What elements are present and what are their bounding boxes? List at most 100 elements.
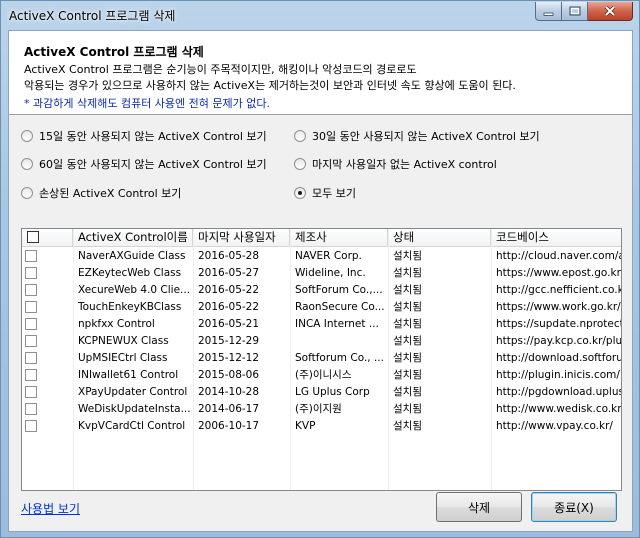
table-row[interactable]: EZKeytecWeb Class 2016-05-27 Wideline, Inc… [22,265,621,282]
radio-button[interactable] [294,130,306,142]
select-all-checkbox[interactable] [27,231,39,243]
cell-codebase: https://www.epost.go.kr/Activ [496,267,621,279]
radio-button[interactable] [294,158,306,170]
cell-checkbox [22,282,73,299]
cell-vendor [290,333,388,350]
cell-checkbox [22,367,73,384]
row-checkbox[interactable] [25,403,37,415]
radio-button[interactable] [21,130,33,142]
row-checkbox[interactable] [25,267,37,279]
delete-button[interactable]: 삭제 [436,492,522,522]
radio-button[interactable] [21,158,33,170]
cell-checkbox [22,333,73,350]
cell-checkbox [22,248,73,265]
cell-codebase: http://www.wedisk.co.kr/ [496,403,622,415]
table-row[interactable]: npkfxx Control 2016-05-21 INCA Internet ..… [22,316,621,333]
cell-last-used: 2016-05-22 [198,301,260,313]
table-row[interactable]: NaverAXGuide Class 2016-05-28 NAVER Corp. 설… [22,248,621,265]
main-window: ActiveX Control 프로그램 삭제 ActiveX Control … [0,0,640,538]
table-row[interactable]: KvpVCardCtl Control 2006-10-17 KVP 설치됨 http:… [22,418,621,435]
table-row[interactable]: INIwallet61 Control 2015-08-06 (주)이니시스 설치됨 h… [22,367,621,384]
filter-no-last-use[interactable]: 마지막 사용일자 없는 ActiveX control [294,156,497,172]
description-line-1: ActiveX Control 프로그램은 순기능이 주목적이지만, 해킹이나 … [24,63,417,76]
cell-status: 설치됨 [393,386,422,398]
radio-label: 15일 동안 사용되지 않는 ActiveX Control 보기 [39,130,267,143]
row-checkbox[interactable] [25,386,37,398]
radio-button[interactable] [21,187,33,199]
cell-name: npkfxx Control [78,318,155,330]
maximize-icon [569,6,580,16]
title-bar[interactable]: ActiveX Control 프로그램 삭제 [1,1,639,31]
cell-name: XecureWeb 4.0 Clie... [78,284,191,296]
filter-30-days[interactable]: 30일 동안 사용되지 않는 ActiveX Control 보기 [294,128,540,144]
maximize-button[interactable] [562,2,588,21]
radio-label: 손상된 ActiveX Control 보기 [39,187,182,200]
cell-checkbox [22,316,73,333]
window-title: ActiveX Control 프로그램 삭제 [9,9,176,23]
cell-status: 설치됨 [393,301,422,313]
row-checkbox[interactable] [25,301,37,313]
table-row[interactable]: XecureWeb 4.0 Clie... 2016-05-22 SoftForum… [22,282,621,299]
row-checkbox[interactable] [25,318,37,330]
help-link[interactable]: 사용법 보기 [21,500,80,517]
description-line-2: 악용되는 경우가 있으므로 사용하지 않는 ActiveX는 제거하는것이 보안… [24,79,516,92]
cell-codebase: https://pay.kcp.co.kr/plugin/ [496,335,622,347]
select-all-column[interactable] [22,229,73,247]
cell-status: 설치됨 [393,267,422,279]
filter-60-days[interactable]: 60일 동안 사용되지 않는 ActiveX Control 보기 [21,156,267,172]
cell-vendor: RaonSecure Co... [295,301,385,313]
cell-checkbox [22,418,73,435]
cell-last-used: 2015-12-12 [198,352,260,364]
description-note: * 과감하게 삭제해도 컴퓨터 사용엔 전혀 문제가 없다. [24,97,270,110]
cell-codebase: http://www.vpay.co.kr/ [496,420,613,432]
column-header-vendor[interactable]: 제조사 [290,229,388,247]
table-row[interactable]: TouchEnkeyKBClass 2016-05-22 RaonSecure Co… [22,299,621,316]
column-header-name[interactable]: ActiveX Control이름 [73,229,193,247]
cell-vendor: Softforum Co., ... [295,352,384,364]
cell-checkbox [22,401,73,418]
cell-name: INIwallet61 Control [78,369,179,381]
cell-name: TouchEnkeyKBClass [78,301,182,313]
cell-last-used: 2014-06-17 [198,403,260,415]
close-window-button[interactable] [588,2,633,21]
column-header-last-used[interactable]: 마지막 사용일자 [193,229,290,247]
cell-last-used: 2006-10-17 [198,420,260,432]
cell-status: 설치됨 [393,318,422,330]
radio-label: 모두 보기 [312,187,356,200]
row-checkbox[interactable] [25,369,37,381]
cell-vendor: (주)이니시스 [295,369,352,381]
cell-checkbox [22,265,73,282]
column-header-codebase[interactable]: 코드베이스 [491,229,621,247]
cell-vendor: (주)이지원 [295,403,342,415]
cell-last-used: 2016-05-21 [198,318,260,330]
column-header-status[interactable]: 상태 [388,229,491,247]
cell-codebase: https://www.work.go.kr/ [496,301,621,313]
minimize-button[interactable] [535,2,562,21]
cell-vendor: SoftForum Co.,... [295,284,383,296]
exit-button[interactable]: 종료(X) [531,492,617,522]
table-row[interactable]: UpMSIECtrl Class 2015-12-12 Softforum Co.,… [22,350,621,367]
row-checkbox[interactable] [25,420,37,432]
cell-checkbox [22,384,73,401]
row-checkbox[interactable] [25,284,37,296]
row-checkbox[interactable] [25,250,37,262]
table-row[interactable]: KCPNEWUX Class 2015-12-29 설치됨 https://pay.k… [22,333,622,350]
cell-status: 설치됨 [393,369,422,381]
window-controls [535,2,633,21]
activex-list[interactable]: ActiveX Control이름 마지막 사용일자 제조사 상태 코드베이스 … [21,228,622,491]
filter-damaged[interactable]: 손상된 ActiveX Control 보기 [21,185,181,201]
cell-last-used: 2016-05-27 [198,267,260,279]
table-row[interactable]: WeDiskUpdateInsta... 2014-06-17 (주)이지원 설치됨 h… [22,401,622,418]
cell-status: 설치됨 [393,403,422,415]
cell-status: 설치됨 [393,352,422,364]
filter-show-all[interactable]: 모두 보기 [294,185,356,201]
row-checkbox[interactable] [25,335,37,347]
cell-name: NaverAXGuide Class [78,250,186,262]
filter-15-days[interactable]: 15일 동안 사용되지 않는 ActiveX Control 보기 [21,128,267,144]
cell-name: WeDiskUpdateInsta... [78,403,191,415]
radio-label: 60일 동안 사용되지 않는 ActiveX Control 보기 [39,158,267,171]
row-checkbox[interactable] [25,352,37,364]
table-row[interactable]: XPayUpdater Control 2014-10-28 LG Uplus Co… [22,384,621,401]
radio-button-selected[interactable] [294,187,306,199]
cell-last-used: 2014-10-28 [198,386,260,398]
